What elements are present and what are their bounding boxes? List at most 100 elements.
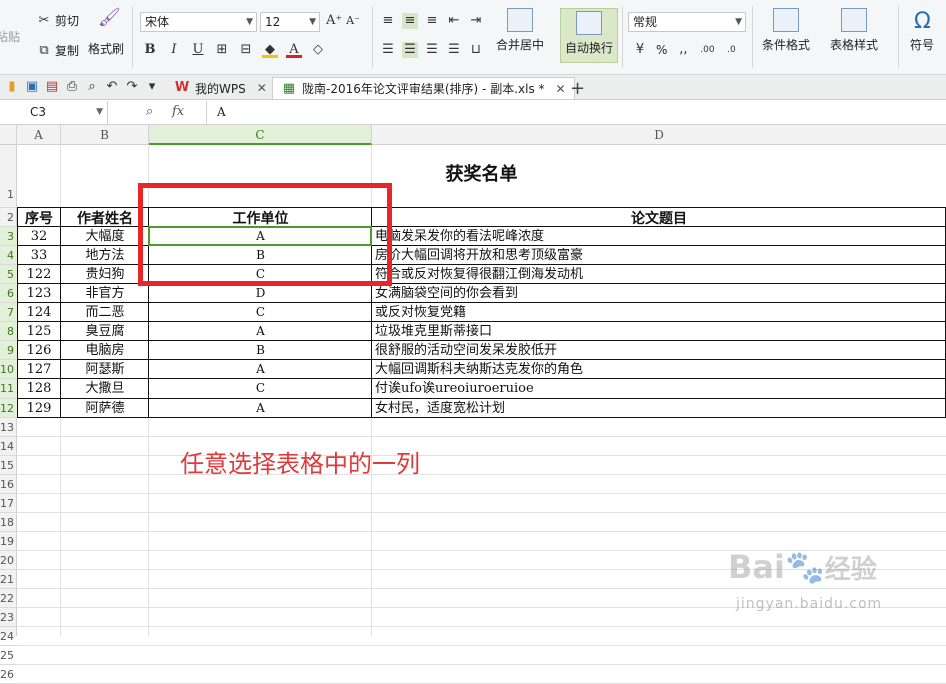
border-icon[interactable]: ⊞ [214,42,230,58]
row-header[interactable]: 16 [0,475,17,494]
row-header[interactable]: 5 [0,265,17,284]
distributed-icon[interactable]: ⊔ [468,42,484,58]
cell-author[interactable]: 大撒旦 [61,379,149,398]
row-header[interactable]: 1 [0,145,17,208]
cell-unit[interactable]: D [149,284,372,303]
cell-author[interactable]: 地方法 [61,246,149,265]
cell-paper-title[interactable]: 很舒服的活动空间发呆发胶低开 [375,341,946,360]
table-style-button[interactable]: 表格样式 [830,8,878,53]
align-bottom-icon[interactable]: ≡ [424,13,440,29]
cell-index[interactable]: 128 [17,379,61,398]
select-all-corner[interactable] [0,125,17,145]
merge-center-button[interactable]: 合并居中 [496,8,544,53]
cell-index[interactable]: 123 [17,284,61,303]
align-right-icon[interactable]: ☰ [424,42,440,58]
cell-index[interactable]: 33 [17,246,61,265]
cell-paper-title[interactable]: 女满脑袋空间的你会看到 [375,284,946,303]
row-header[interactable]: 9 [0,341,17,360]
bold-icon[interactable]: B [142,42,158,58]
row-header[interactable]: 14 [0,437,17,456]
row-header[interactable]: 4 [0,246,17,265]
cell-index[interactable]: 124 [17,303,61,322]
print-preview-icon[interactable]: ⌕ [84,79,100,95]
undo-icon[interactable]: ↶ [104,79,120,95]
row-header[interactable]: 20 [0,551,17,570]
column-header-a[interactable]: A [17,125,61,145]
name-box[interactable]: C3 ▼ [0,101,108,124]
row-header[interactable]: 2 [0,208,17,227]
column-header-b[interactable]: B [61,125,149,145]
cell-unit[interactable]: C [149,379,372,398]
auto-wrap-button[interactable]: 自动换行 [560,8,618,63]
align-center-icon[interactable]: ☰ [402,42,418,58]
row-header[interactable]: 13 [0,418,17,437]
cell-unit[interactable]: A [149,322,372,341]
cell-unit[interactable]: C [149,265,372,284]
row-header[interactable]: 23 [0,608,17,627]
align-middle-icon[interactable]: ≡ [402,13,418,29]
close-icon[interactable]: ✕ [257,81,267,95]
italic-icon[interactable]: I [166,42,182,58]
cell-unit[interactable]: A [149,360,372,379]
row-header[interactable]: 6 [0,284,17,303]
font-grow-button[interactable]: A⁺ A⁻ [326,13,361,29]
cell-paper-title[interactable]: 付诶ufo诶ureoiuroeruioe [375,379,946,398]
percent-button[interactable]: % [656,43,667,57]
font-size-select[interactable]: 12 ▼ [260,12,320,32]
indent-increase-icon[interactable]: ⇥ [468,13,484,29]
symbol-button[interactable]: Ω 符号 [910,8,934,53]
customize-icon[interactable]: ▾ [144,79,160,95]
row-header[interactable]: 21 [0,570,17,589]
zoom-icon[interactable]: ⌕ [146,104,153,119]
row-header[interactable]: 7 [0,303,17,322]
paste-button[interactable]: 粘贴 [0,28,20,45]
row-header[interactable]: 25 [0,646,17,665]
cell-index[interactable]: 126 [17,341,61,360]
font-name-select[interactable]: 宋体 ▼ [140,12,257,32]
decrease-decimal-icon[interactable]: .0 [723,42,739,58]
cell-paper-title[interactable]: 符合或反对恢复得很翻江倒海发动机 [375,265,946,284]
row-header[interactable]: 10 [0,360,17,379]
function-icon[interactable]: fx [172,104,184,119]
redo-icon[interactable]: ↷ [124,79,140,95]
column-header-c[interactable]: C [149,125,372,145]
cell-author[interactable]: 电脑房 [61,341,149,360]
cell-unit[interactable]: C [149,303,372,322]
conditional-format-button[interactable]: 条件格式 [762,8,810,53]
row-header[interactable]: 11 [0,379,17,399]
indent-decrease-icon[interactable]: ⇤ [446,13,462,29]
row-header[interactable]: 18 [0,513,17,532]
increase-decimal-icon[interactable]: .00 [699,42,715,58]
cell-author[interactable]: 而二恶 [61,303,149,322]
cell-author[interactable]: 臭豆腐 [61,322,149,341]
cell-author[interactable]: 大幅度 [61,227,149,246]
sheet-title[interactable]: 获奖名单 [17,165,946,184]
row-header[interactable]: 26 [0,665,17,684]
currency-icon[interactable]: ¥ [632,42,648,58]
cell-paper-title[interactable]: 或反对恢复党籍 [375,303,946,322]
cell-author[interactable]: 阿瑟斯 [61,360,149,379]
row-header[interactable]: 17 [0,494,17,513]
cell-unit[interactable]: A [149,399,372,418]
cell-author[interactable]: 阿萨德 [61,399,149,418]
cell-unit[interactable]: B [149,246,372,265]
formula-input[interactable]: A [206,101,946,124]
cell-index[interactable]: 125 [17,322,61,341]
cell-author[interactable]: 非官方 [61,284,149,303]
cell-index[interactable]: 127 [17,360,61,379]
open-folder-icon[interactable]: ▮ [4,79,20,95]
format-painter-button[interactable]: 🖌 格式刷 [88,9,124,57]
row-header[interactable]: 19 [0,532,17,551]
save-icon[interactable]: ▣ [24,79,40,95]
tab-my-wps[interactable]: W 我的WPS ✕ [166,77,275,99]
cell-index[interactable]: 32 [17,227,61,246]
clear-format-icon[interactable]: ◇ [310,42,326,58]
column-header-d[interactable]: D [372,125,946,145]
row-header[interactable]: 12 [0,399,17,418]
number-format-select[interactable]: 常规 ▼ [628,12,746,32]
fill-color-icon[interactable]: ◆ [262,42,278,58]
cell-paper-title[interactable]: 女村民，适度宽松计划 [375,399,946,418]
new-tab-button[interactable]: + [562,77,593,99]
row-header[interactable]: 8 [0,322,17,341]
justify-icon[interactable]: ☰ [446,42,462,58]
